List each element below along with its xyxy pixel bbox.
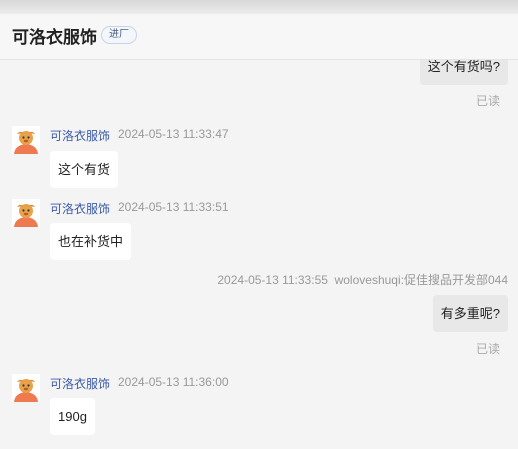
message-time: 2024-05-13 11:33:55 <box>217 273 328 287</box>
window-top-strip <box>0 0 518 14</box>
message-bubble-outgoing[interactable]: 有多重呢? <box>432 295 508 332</box>
shop-avatar-icon[interactable] <box>12 374 40 402</box>
sender-name: 可洛衣服饰 <box>50 202 111 216</box>
message-time: 2024-05-13 11:36:00 <box>118 375 229 389</box>
shop-name: 可洛衣服饰 <box>12 28 97 47</box>
outgoing-meta: 2024-05-13 11:33:55 woloveshuqi:促佳搜品开发部0… <box>217 271 508 288</box>
shop-avatar-icon[interactable] <box>12 126 40 154</box>
shop-avatar-icon[interactable] <box>12 199 40 227</box>
message-bubble-incoming[interactable]: 也在补货中 <box>50 223 132 260</box>
message-bubble-incoming[interactable]: 190g <box>50 398 95 435</box>
sender-name: woloveshuqi:促佳搜品开发部044 <box>334 273 508 287</box>
chat-message-list[interactable]: 这个有货吗? 已读 可洛衣服饰 2024-05-13 11:33:47 这个有货 <box>0 60 518 449</box>
message-time: 2024-05-13 11:33:47 <box>118 127 229 141</box>
chat-header: 可洛衣服饰 进厂 <box>0 14 518 60</box>
message-bubble-outgoing[interactable]: 这个有货吗? <box>419 60 508 85</box>
message-bubble-incoming[interactable]: 这个有货 <box>50 151 119 188</box>
sender-name: 可洛衣服饰 <box>50 377 111 391</box>
status-badge[interactable]: 进厂 <box>101 26 137 44</box>
read-status: 已读 <box>475 342 500 356</box>
sender-name: 可洛衣服饰 <box>50 129 111 143</box>
message-time: 2024-05-13 11:33:51 <box>118 200 229 214</box>
read-status: 已读 <box>475 94 500 108</box>
